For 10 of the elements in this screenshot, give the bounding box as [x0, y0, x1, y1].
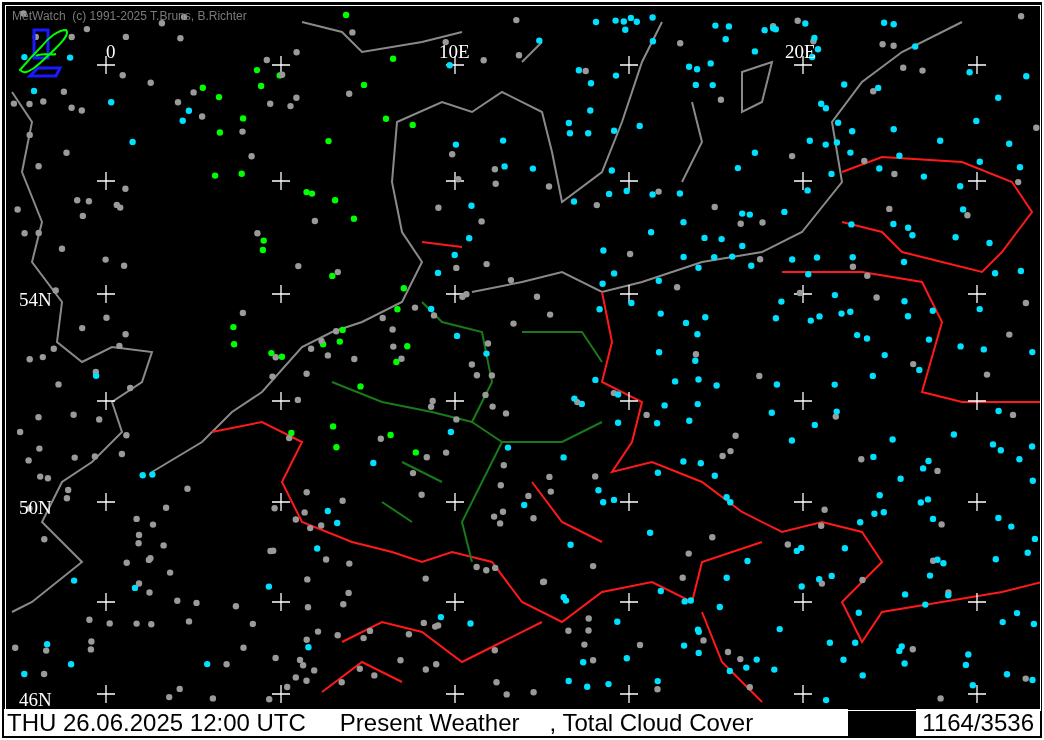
parameter-label: , Total Cloud Cover: [549, 709, 754, 736]
date-time-text: THU 26.06.2025 12:00 UTC: [6, 709, 306, 736]
latitude-label: 46N: [19, 690, 52, 710]
latitude-label: 50N: [19, 498, 52, 518]
station-count-text: 1164/3536: [916, 709, 1040, 736]
latitude-label: 54N: [19, 290, 52, 310]
parameter-label: Present Weather: [339, 709, 520, 736]
longitude-label: 10E: [439, 42, 470, 62]
longitude-label: 0: [106, 42, 116, 62]
longitude-label: 20E: [785, 42, 816, 62]
